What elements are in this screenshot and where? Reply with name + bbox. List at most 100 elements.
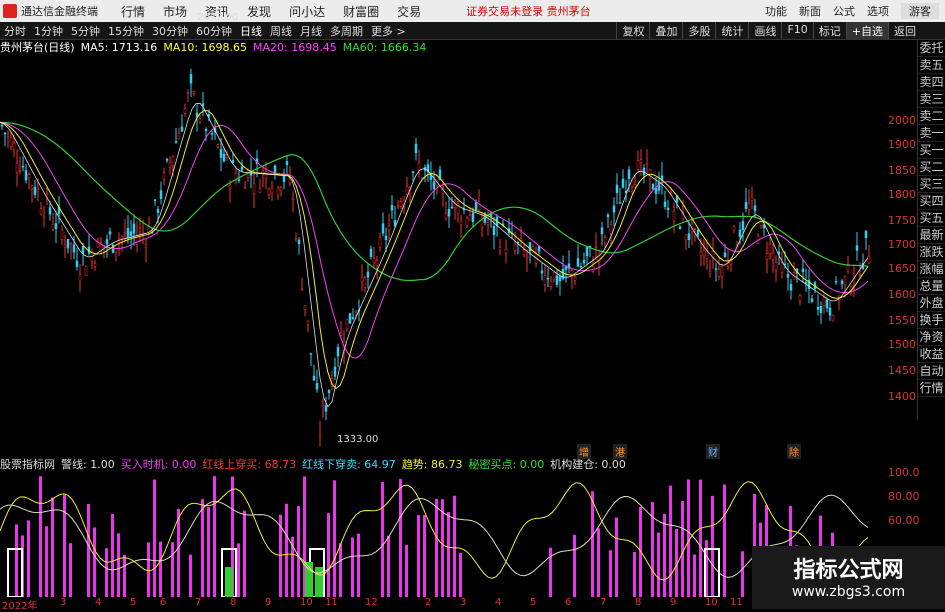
quote-side-item[interactable]: 最新 bbox=[918, 227, 945, 244]
candle-body bbox=[159, 190, 163, 199]
ind-bar bbox=[39, 476, 42, 597]
quote-side-item[interactable]: 买三 bbox=[918, 176, 945, 193]
ma10-value: MA10: 1698.65 bbox=[163, 40, 248, 54]
ind-bar bbox=[357, 533, 360, 597]
quote-side-item[interactable]: 卖三 bbox=[918, 91, 945, 108]
tf-tab[interactable]: 60分钟 bbox=[196, 23, 232, 39]
candle-body bbox=[282, 175, 286, 182]
candle-body bbox=[654, 187, 658, 194]
quote-sidebar[interactable]: 委托 卖五 卖四 卖三 卖二 卖一 买一 买二 买三 买四 买五 最新 涨跌 涨幅 总量 外盘 换手 净资 收益 自动… bbox=[917, 40, 945, 420]
candle-body bbox=[390, 205, 394, 211]
quote-side-item[interactable]: 卖二 bbox=[918, 108, 945, 125]
quote-side-item[interactable]: 换手 bbox=[918, 312, 945, 329]
candle-body bbox=[306, 320, 310, 325]
candle-body bbox=[381, 223, 385, 234]
candle-body bbox=[537, 246, 541, 252]
menu-new-page[interactable]: 新面 bbox=[799, 3, 821, 19]
tf-tab[interactable]: 周线 bbox=[270, 23, 292, 39]
login-warning[interactable]: 证券交易未登录 贵州茅台 bbox=[466, 3, 591, 19]
tf-tab[interactable]: 1分钟 bbox=[34, 23, 63, 39]
tf-tab[interactable]: 分时 bbox=[4, 23, 26, 39]
menu-options[interactable]: 选项 bbox=[867, 3, 889, 19]
tf-tab[interactable]: 多周期 bbox=[330, 23, 363, 39]
ind-bar bbox=[399, 478, 402, 597]
quote-side-item[interactable]: 行情 bbox=[918, 380, 945, 397]
quote-side-item[interactable]: 委托 bbox=[918, 40, 945, 57]
quote-side-item[interactable]: 自动 bbox=[918, 363, 945, 380]
tool-button[interactable]: 复权 bbox=[616, 22, 649, 39]
candle-body bbox=[699, 250, 703, 257]
date-tick: 9 bbox=[265, 597, 272, 608]
menu-item[interactable]: 市场 bbox=[163, 3, 187, 20]
quote-side-item[interactable]: 买一 bbox=[918, 142, 945, 159]
ind-bar bbox=[117, 533, 120, 597]
kline-chart[interactable] bbox=[0, 56, 880, 451]
ind-bar bbox=[123, 554, 126, 597]
candle-body bbox=[84, 266, 88, 276]
quote-side-item[interactable]: 买四 bbox=[918, 193, 945, 210]
tool-button[interactable]: 多股 bbox=[682, 22, 715, 39]
candle-body bbox=[258, 188, 262, 193]
candle-body bbox=[411, 171, 415, 173]
menu-item[interactable]: 问小达 bbox=[289, 3, 325, 20]
candle-body bbox=[267, 189, 271, 195]
menu-formula[interactable]: 公式 bbox=[833, 3, 855, 19]
menu-function[interactable]: 功能 bbox=[765, 3, 787, 19]
event-tag[interactable]: 财 bbox=[706, 444, 720, 459]
ind-trend-line bbox=[0, 481, 869, 581]
quote-side-item[interactable]: 涨幅 bbox=[918, 261, 945, 278]
quote-side-item[interactable]: 总量 bbox=[918, 278, 945, 295]
candle-body bbox=[324, 405, 328, 412]
candle-body bbox=[480, 219, 484, 229]
candle-body bbox=[216, 144, 220, 148]
menu-item[interactable]: 发现 bbox=[247, 3, 271, 20]
candle-body bbox=[186, 92, 190, 94]
menu-item[interactable]: 交易 bbox=[397, 3, 421, 20]
tf-tab[interactable]: 5分钟 bbox=[71, 23, 100, 39]
indicator-chart[interactable] bbox=[0, 472, 880, 597]
candle-body bbox=[621, 178, 625, 188]
tf-tab[interactable]: 30分钟 bbox=[152, 23, 188, 39]
quote-side-item[interactable]: 外盘 bbox=[918, 295, 945, 312]
tool-button[interactable]: 统计 bbox=[715, 22, 748, 39]
candle-body bbox=[33, 186, 37, 196]
ind-bar bbox=[27, 520, 30, 597]
quote-side-item[interactable]: 买五 bbox=[918, 210, 945, 227]
quote-side-item[interactable]: 收益 bbox=[918, 346, 945, 363]
event-tag[interactable]: 除 bbox=[787, 444, 801, 459]
ind-bar bbox=[663, 513, 666, 597]
quote-side-item[interactable]: 涨跌 bbox=[918, 244, 945, 261]
quote-side-item[interactable]: 卖一 bbox=[918, 125, 945, 142]
tool-button[interactable]: F10 bbox=[781, 22, 812, 39]
app-title: 通达信金融终端 bbox=[21, 5, 98, 18]
candle-body bbox=[183, 108, 187, 114]
tool-button[interactable]: 叠加 bbox=[649, 22, 682, 39]
tool-button[interactable]: 标记 bbox=[812, 22, 846, 39]
candle-body bbox=[600, 227, 604, 235]
quote-side-item[interactable]: 净资 bbox=[918, 329, 945, 346]
menu-item[interactable]: 行情 bbox=[121, 3, 145, 20]
candle-body bbox=[729, 260, 733, 265]
tf-tab[interactable]: 月线 bbox=[300, 23, 322, 39]
tf-more[interactable]: 更多 > bbox=[371, 23, 406, 39]
quote-side-item[interactable]: 买二 bbox=[918, 159, 945, 176]
guest-button[interactable]: 游客 bbox=[901, 3, 939, 19]
candle-body bbox=[723, 252, 727, 258]
tf-tab[interactable]: 15分钟 bbox=[108, 23, 144, 39]
candle-body bbox=[309, 353, 313, 355]
ind-bar bbox=[339, 543, 342, 597]
menu-item[interactable]: 财富圈 bbox=[343, 3, 379, 20]
back-button[interactable]: 返回 bbox=[888, 22, 921, 39]
ind-bar bbox=[147, 542, 150, 597]
candle-body bbox=[261, 170, 265, 174]
quote-side-item[interactable]: 卖五 bbox=[918, 57, 945, 74]
tool-button[interactable]: 画线 bbox=[748, 22, 781, 39]
tf-tab-daily[interactable]: 日线 bbox=[240, 23, 262, 39]
candle-body bbox=[129, 231, 133, 236]
ind-bar bbox=[201, 499, 204, 597]
quote-side-item[interactable]: 卖四 bbox=[918, 74, 945, 91]
candle-body bbox=[546, 277, 550, 280]
add-watchlist-button[interactable]: +自选 bbox=[845, 22, 888, 39]
date-tick: 8 bbox=[635, 597, 642, 608]
candle-body bbox=[375, 260, 379, 266]
